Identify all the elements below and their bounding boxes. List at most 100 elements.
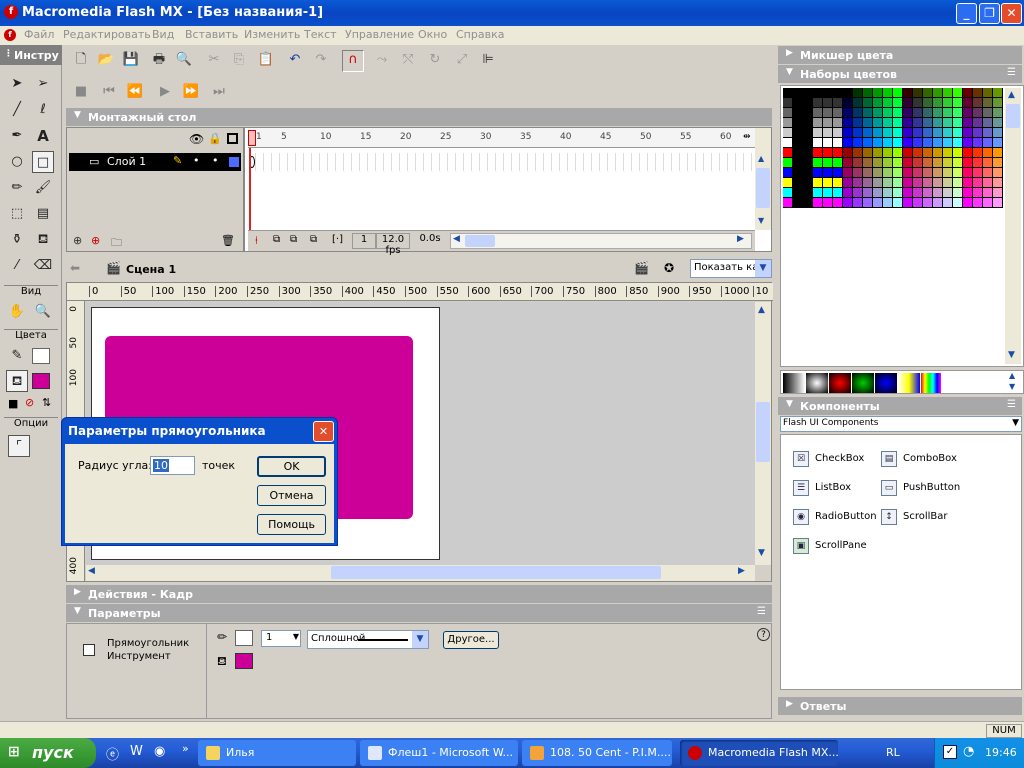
oval-tool-icon[interactable]: ○ xyxy=(6,151,28,173)
color-swatch[interactable] xyxy=(783,198,792,207)
color-swatch[interactable] xyxy=(943,148,952,157)
color-swatch[interactable] xyxy=(903,198,912,207)
scroll-down-icon[interactable]: ▼ xyxy=(758,216,764,225)
color-swatch[interactable] xyxy=(943,98,952,107)
color-swatch[interactable] xyxy=(973,198,982,207)
scroll-down-icon[interactable]: ▼ xyxy=(758,548,765,558)
color-swatch[interactable] xyxy=(973,88,982,97)
color-swatch[interactable] xyxy=(913,188,922,197)
snap-magnet-icon[interactable]: ∩ xyxy=(342,50,364,72)
color-swatch[interactable] xyxy=(883,108,892,117)
color-swatch[interactable] xyxy=(893,98,902,107)
color-swatch[interactable] xyxy=(863,158,872,167)
color-swatch[interactable] xyxy=(833,128,842,137)
color-swatch[interactable] xyxy=(953,158,962,167)
color-swatch[interactable] xyxy=(833,118,842,127)
outline-color-icon[interactable] xyxy=(229,157,239,167)
color-swatch[interactable] xyxy=(853,138,862,147)
task-button-folder[interactable]: Илья xyxy=(198,740,356,766)
start-button[interactable]: ⊞ пуск xyxy=(0,738,96,768)
pen-tool-icon[interactable]: ✒ xyxy=(6,125,28,147)
color-swatch[interactable] xyxy=(853,98,862,107)
menu-text[interactable]: Текст xyxy=(304,28,337,41)
swatches-vscrollbar[interactable]: ▲ ▼ xyxy=(1005,88,1021,364)
onion-outline-icon[interactable]: ⧉ xyxy=(290,234,297,245)
color-swatch[interactable] xyxy=(853,198,862,207)
cancel-button[interactable]: Отмена xyxy=(257,485,326,506)
forward-end-icon[interactable]: ⏭ xyxy=(210,83,228,101)
help-button[interactable]: Помощь xyxy=(257,514,326,535)
paint-bucket-tool-icon[interactable]: ⛾ xyxy=(32,229,54,251)
color-swatch[interactable] xyxy=(883,118,892,127)
color-swatch[interactable] xyxy=(933,188,942,197)
timeline-vscroll-thumb[interactable] xyxy=(756,168,770,208)
edit-symbol-icon[interactable]: ✪ xyxy=(664,261,674,275)
stage-hscrollbar[interactable]: ◀ ▶ xyxy=(86,565,755,581)
color-swatch[interactable] xyxy=(813,178,822,187)
color-swatch[interactable] xyxy=(833,158,842,167)
color-swatch[interactable] xyxy=(963,88,972,97)
color-swatch[interactable] xyxy=(993,118,1002,127)
round-rectangle-radius-icon[interactable]: ⌜ xyxy=(8,435,30,457)
delete-layer-icon[interactable]: 🗑 xyxy=(221,234,235,247)
collapse-arrow-icon[interactable]: ▼ xyxy=(786,67,793,77)
text-tool-icon[interactable]: A xyxy=(32,125,54,147)
options-menu-icon[interactable]: ☰ xyxy=(1007,67,1016,78)
color-swatch[interactable] xyxy=(913,118,922,127)
scroll-left-icon[interactable]: ◀ xyxy=(88,566,95,576)
color-swatch[interactable] xyxy=(823,118,832,127)
color-swatch[interactable] xyxy=(883,88,892,97)
color-swatch[interactable] xyxy=(853,88,862,97)
stroke-width-field[interactable]: 1 ▼ xyxy=(261,630,301,647)
answers-header[interactable]: ▶ Ответы xyxy=(778,697,1022,715)
insert-layer-icon[interactable]: ⊕ xyxy=(73,234,82,247)
volume-icon[interactable]: ◔ xyxy=(963,744,974,759)
collapse-arrow-icon[interactable]: ▼ xyxy=(74,606,81,616)
menu-insert[interactable]: Вставить xyxy=(185,28,238,41)
swatch-grid[interactable] xyxy=(783,88,1003,208)
actions-panel-header[interactable]: ▶ Действия - Кадр xyxy=(66,585,772,603)
color-swatch[interactable] xyxy=(783,148,792,157)
fill-color-swatch[interactable] xyxy=(235,653,253,669)
align-icon[interactable]: ⊫ xyxy=(479,51,497,69)
color-swatch[interactable] xyxy=(883,128,892,137)
color-swatch[interactable] xyxy=(873,198,882,207)
color-swatch[interactable] xyxy=(883,168,892,177)
color-swatch[interactable] xyxy=(813,88,822,97)
color-swatch[interactable] xyxy=(903,108,912,117)
chevron-down-icon[interactable]: ▼ xyxy=(293,632,299,641)
color-swatch[interactable] xyxy=(823,198,832,207)
color-swatch[interactable] xyxy=(923,198,932,207)
scroll-up-icon[interactable]: ▲ xyxy=(758,154,764,163)
layer-row-selected[interactable]: ▭ Слой 1 ✎ • • xyxy=(69,153,241,171)
color-swatch[interactable] xyxy=(873,108,882,117)
stroke-color-icon[interactable]: ✎ xyxy=(6,345,28,367)
color-swatch[interactable] xyxy=(963,148,972,157)
color-swatch[interactable] xyxy=(923,128,932,137)
color-mixer-header[interactable]: ▶ Микшер цвета xyxy=(778,46,1022,64)
print-icon[interactable]: 🖶 xyxy=(150,51,168,69)
other-button[interactable]: Другое... xyxy=(443,631,499,649)
help-icon[interactable]: ? xyxy=(757,628,770,641)
color-swatch[interactable] xyxy=(913,138,922,147)
color-swatch[interactable] xyxy=(923,98,932,107)
color-swatch[interactable] xyxy=(933,168,942,177)
gradient-swatch[interactable] xyxy=(829,373,851,393)
task-button-word[interactable]: Флеш1 - Microsoft W... xyxy=(360,740,518,766)
color-swatch[interactable] xyxy=(993,88,1002,97)
color-swatch[interactable] xyxy=(833,138,842,147)
color-swatch[interactable] xyxy=(943,198,952,207)
drag-handle-icon[interactable]: ⋮ xyxy=(4,49,13,59)
color-swatch[interactable] xyxy=(993,168,1002,177)
color-swatch[interactable] xyxy=(913,108,922,117)
lock-dot-icon[interactable]: • xyxy=(212,154,219,167)
color-swatch[interactable] xyxy=(893,148,902,157)
ie-quicklaunch-icon[interactable]: ⓔ xyxy=(106,744,119,763)
color-swatch[interactable] xyxy=(813,198,822,207)
color-swatch[interactable] xyxy=(853,188,862,197)
timeline-header[interactable]: ▼ Монтажный стол xyxy=(66,108,772,126)
undo-icon[interactable]: ↶ xyxy=(286,51,304,69)
print-preview-icon[interactable]: 🔍 xyxy=(175,51,193,69)
scroll-down-icon[interactable]: ▼ xyxy=(1009,382,1015,391)
center-frame-icon[interactable]: ⍿ xyxy=(255,234,258,248)
